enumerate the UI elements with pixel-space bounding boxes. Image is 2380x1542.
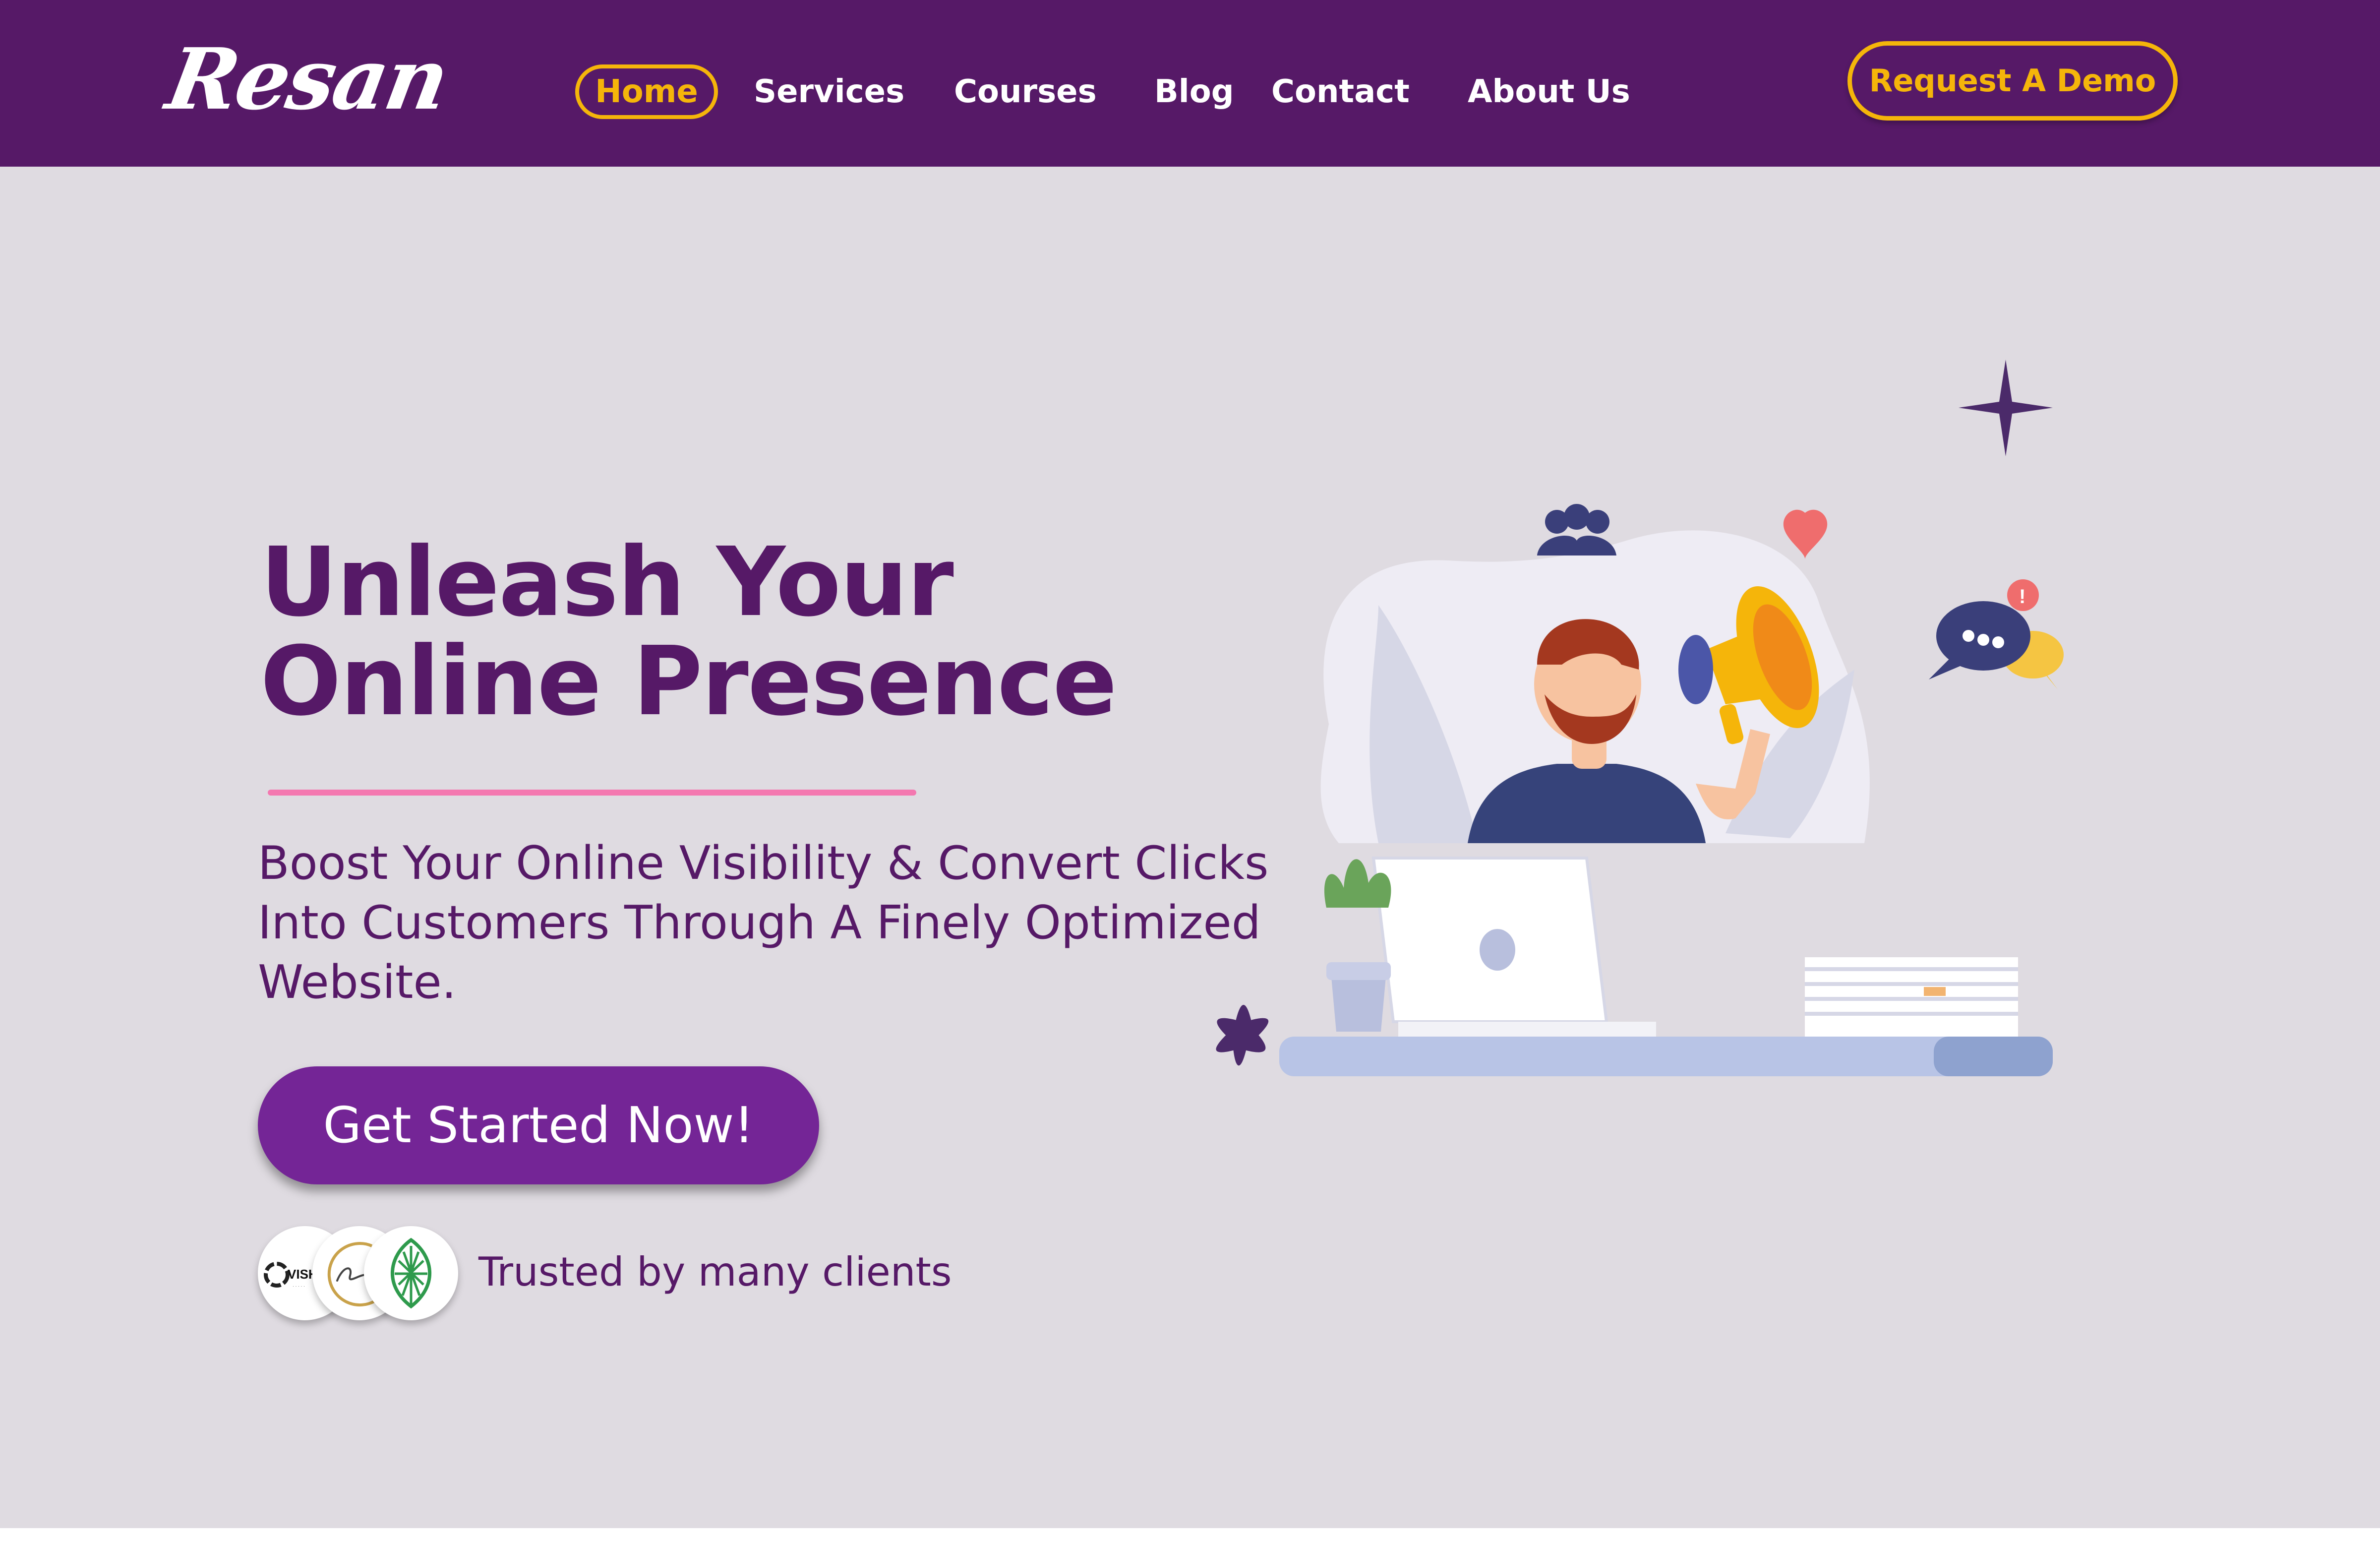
trusted-by-clients-text: Trusted by many clients xyxy=(478,1249,952,1295)
nav-home[interactable]: Home xyxy=(575,64,718,119)
request-demo-button[interactable]: Request A Demo xyxy=(1847,41,2178,121)
hero-subtext: Boost Your Online Visibility & Convert C… xyxy=(258,836,1269,1009)
paper-stack-icon xyxy=(1805,957,2018,1037)
hero-headline: Unleash Your Online Presence xyxy=(260,533,1252,732)
top-navbar: Resan Home Services Courses Blog Contact… xyxy=(0,0,2380,167)
get-started-button[interactable]: Get Started Now! xyxy=(258,1066,819,1184)
svg-text:!: ! xyxy=(2019,586,2025,608)
nav-blog[interactable]: Blog xyxy=(1154,64,1234,119)
people-group-icon xyxy=(1537,504,1616,555)
leaf-pinecone-logo-icon xyxy=(391,1237,431,1309)
nav-contact[interactable]: Contact xyxy=(1271,64,1410,119)
nav-courses[interactable]: Courses xyxy=(954,64,1097,119)
nav-about-us[interactable]: About Us xyxy=(1468,64,1630,119)
nav-services[interactable]: Services xyxy=(754,64,904,119)
sparkle-star-icon xyxy=(1959,360,2053,456)
client-logo-leaf xyxy=(364,1226,458,1320)
svg-text:· · · · ·: · · · · · xyxy=(293,1284,305,1289)
hero-headline-line-1: Unleash Your xyxy=(260,527,954,638)
flower-star-icon xyxy=(1216,1005,1269,1066)
chat-bubble-icon: ! xyxy=(1929,579,2064,689)
bottom-strip xyxy=(0,1528,2380,1542)
marketing-illustration: ! xyxy=(1216,360,2064,1076)
laptop-icon xyxy=(1371,857,1656,1037)
cactus-plant-icon xyxy=(1324,859,1391,1032)
headline-divider xyxy=(268,790,916,796)
brand-logo[interactable]: Resan xyxy=(158,20,456,139)
hero-headline-line-2: Online Presence xyxy=(260,626,1117,737)
heart-icon xyxy=(1783,509,1828,559)
